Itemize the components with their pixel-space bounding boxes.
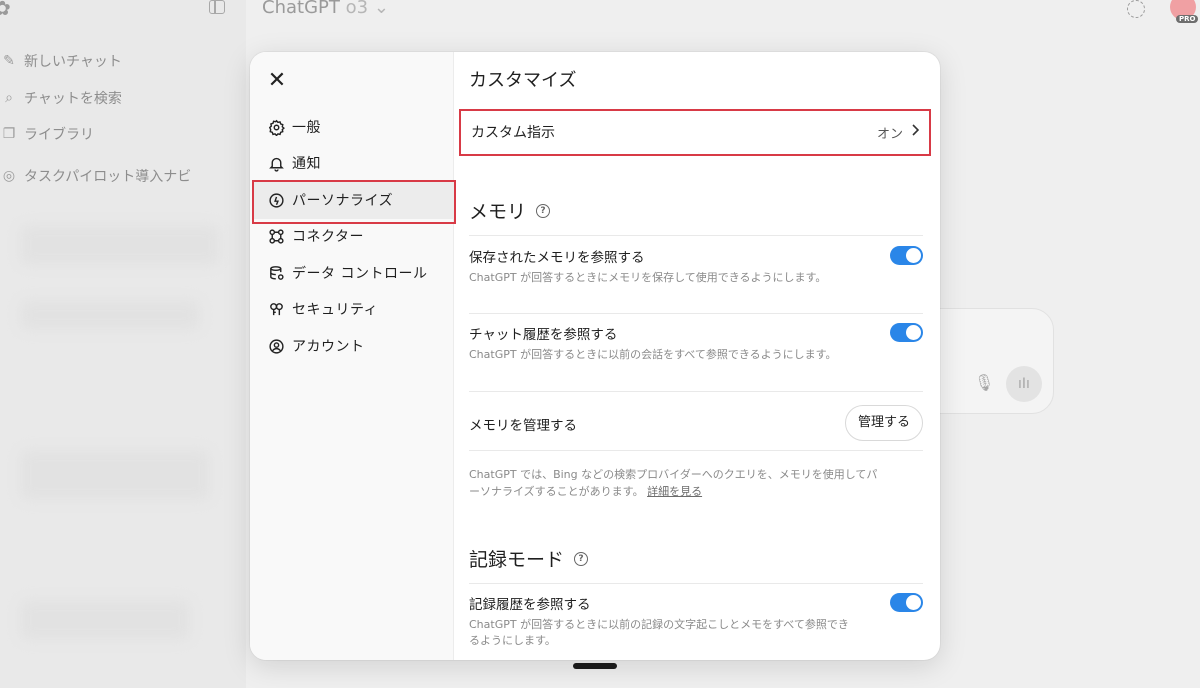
- home-indicator: [573, 663, 617, 669]
- temporary-chat-icon[interactable]: [1127, 0, 1145, 18]
- divider: [469, 313, 923, 314]
- memory-note: ChatGPT では、Bing などの検索プロバイダーへのクエリを、メモリを使用…: [469, 468, 878, 498]
- sidebar-item-new-chat[interactable]: ✎ 新しいチャット: [0, 51, 240, 71]
- help-icon[interactable]: ?: [536, 203, 551, 218]
- model-selector[interactable]: ChatGPT o3 ⌄: [262, 0, 389, 18]
- voice-mode-button[interactable]: ıIı: [1006, 366, 1042, 402]
- custom-instructions-row[interactable]: カスタム指示 オン: [463, 112, 929, 152]
- background-sidebar: ✿ ✎ 新しいチャット ⌕ チャットを検索 ❐ ライブラリ ◎ タスクパイロット…: [0, 0, 246, 688]
- record-history-toggle[interactable]: [890, 593, 923, 612]
- edit-icon: ✎: [3, 53, 15, 69]
- close-icon[interactable]: ✕: [265, 69, 289, 93]
- search-icon: ⌕: [5, 90, 13, 106]
- openai-logo-icon[interactable]: ✿: [0, 0, 11, 20]
- nav-item-connectors[interactable]: コネクター: [253, 217, 453, 255]
- custom-instructions-status: オン: [876, 126, 903, 142]
- library-icon: ❐: [2, 126, 16, 142]
- chevron-right-icon: [911, 124, 920, 140]
- help-icon[interactable]: ?: [574, 551, 589, 566]
- manage-memory-button[interactable]: 管理する: [844, 405, 923, 441]
- divider: [469, 583, 923, 584]
- personalize-icon: [267, 191, 285, 209]
- account-icon: [267, 337, 285, 355]
- sidebar-item-gpt[interactable]: ◎ タスクパイロット導入ナビ: [0, 166, 240, 186]
- gpt-icon: ◎: [2, 168, 16, 184]
- microphone-icon[interactable]: 🎙︎: [974, 373, 994, 392]
- nav-item-security[interactable]: セキュリティ: [253, 290, 453, 328]
- saved-memory-setting: 保存されたメモリを参照する ChatGPT が回答するときにメモリを保存して使用…: [469, 246, 923, 286]
- database-icon: [267, 264, 285, 282]
- gear-icon: [267, 118, 285, 136]
- blurred-history: [20, 450, 210, 500]
- blurred-history: [20, 300, 200, 330]
- settings-dialog: ✕ 一般 通知 パーソナライズ コネクター データ コントロール セキュリティ …: [250, 52, 940, 660]
- memory-heading: メモリ ?: [469, 197, 551, 224]
- nav-item-personalize[interactable]: パーソナライズ: [253, 181, 453, 219]
- chat-history-setting: チャット履歴を参照する ChatGPT が回答するときに以前の会話をすべて参照で…: [469, 323, 923, 363]
- divider: [469, 450, 923, 451]
- saved-memory-toggle[interactable]: [890, 246, 923, 265]
- learn-more-link[interactable]: 詳細を見る: [647, 485, 702, 498]
- record-mode-heading: 記録モード ?: [469, 545, 589, 572]
- settings-nav: ✕ 一般 通知 パーソナライズ コネクター データ コントロール セキュリティ …: [250, 52, 454, 660]
- blurred-history: [20, 225, 220, 265]
- sidebar-item-search[interactable]: ⌕ チャットを検索: [0, 88, 240, 108]
- bell-icon: [267, 154, 285, 172]
- divider: [469, 235, 923, 236]
- settings-content: カスタマイズ カスタム指示 オン メモリ ? 保存されたメモリを参照する Cha…: [453, 52, 940, 660]
- blurred-history: [20, 600, 190, 640]
- sidebar-toggle-icon[interactable]: [209, 0, 225, 14]
- chevron-down-icon: ⌄: [373, 0, 389, 18]
- nav-item-notifications[interactable]: 通知: [253, 144, 453, 182]
- manage-memory-setting: メモリを管理する 管理する: [469, 405, 923, 441]
- page-title: カスタマイズ: [469, 70, 577, 91]
- nav-item-account[interactable]: アカウント: [253, 327, 453, 365]
- connector-icon: [267, 227, 285, 245]
- chat-history-toggle[interactable]: [890, 323, 923, 342]
- nav-item-data-controls[interactable]: データ コントロール: [253, 254, 453, 292]
- sidebar-item-library[interactable]: ❐ ライブラリ: [0, 124, 240, 144]
- record-history-setting: 記録履歴を参照する ChatGPT が回答するときに以前の記録の文字起こしとメモ…: [469, 593, 923, 649]
- security-icon: [267, 300, 285, 318]
- pro-badge: PRO: [1176, 15, 1199, 23]
- nav-item-general[interactable]: 一般: [253, 108, 453, 146]
- divider: [469, 391, 923, 392]
